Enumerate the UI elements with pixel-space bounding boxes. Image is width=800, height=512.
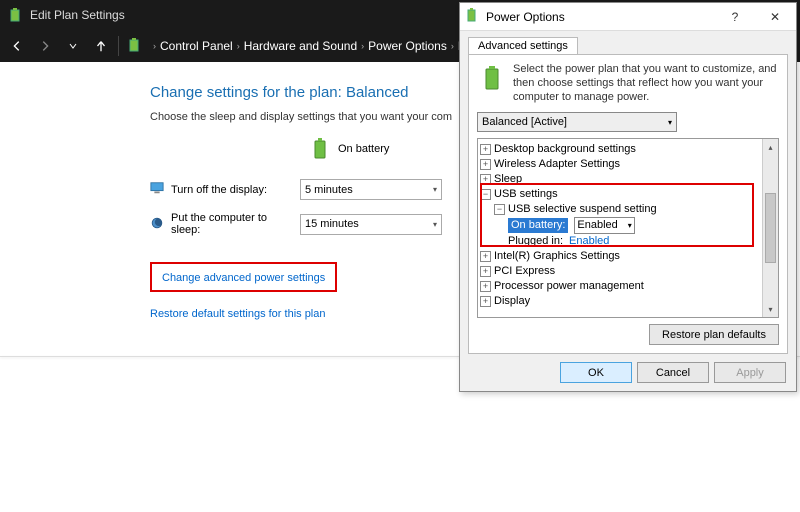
tree-item: +Intel(R) Graphics Settings bbox=[480, 249, 760, 264]
dialog-footer: OK Cancel Apply bbox=[460, 356, 796, 391]
panel-buttons: Restore plan defaults bbox=[477, 318, 779, 345]
onbattery-select[interactable]: Enabled▾ bbox=[574, 217, 634, 234]
on-battery-label: On battery bbox=[338, 143, 389, 155]
scroll-track[interactable] bbox=[763, 155, 778, 193]
window-title-text: Edit Plan Settings bbox=[30, 8, 125, 22]
tree-item: +Display bbox=[480, 294, 760, 309]
expand-icon[interactable]: + bbox=[480, 266, 491, 277]
plan-selected-value: Balanced [Active] bbox=[482, 116, 567, 128]
close-button[interactable]: ✕ bbox=[758, 4, 792, 30]
expand-icon[interactable]: + bbox=[480, 296, 491, 307]
collapse-icon[interactable]: − bbox=[494, 204, 505, 215]
folder-icon bbox=[125, 36, 143, 57]
restore-defaults-button[interactable]: Restore plan defaults bbox=[649, 324, 779, 345]
collapse-icon[interactable]: − bbox=[480, 189, 491, 200]
power-options-dialog: Power Options ? ✕ Advanced settings Sele… bbox=[459, 2, 797, 392]
crumb-power[interactable]: Power Options bbox=[368, 39, 447, 53]
forward-button[interactable] bbox=[34, 35, 56, 57]
sleep-select[interactable]: 15 minutes ▾ bbox=[300, 214, 442, 235]
tree-item-usb: −USB settings bbox=[480, 187, 760, 202]
crumb-hardware[interactable]: Hardware and Sound bbox=[244, 39, 357, 53]
battery-icon bbox=[464, 7, 480, 26]
help-button[interactable]: ? bbox=[718, 4, 752, 30]
plan-select[interactable]: Balanced [Active] ▾ bbox=[477, 112, 677, 132]
tree-label-selected[interactable]: On battery: bbox=[508, 218, 568, 233]
crumb-control-panel[interactable]: Control Panel bbox=[160, 39, 233, 53]
expand-icon[interactable]: + bbox=[480, 251, 491, 262]
tree-item-onbattery: On battery: Enabled▾ bbox=[480, 217, 760, 234]
change-advanced-link[interactable]: Change advanced power settings bbox=[162, 272, 325, 284]
scroll-down-button[interactable]: ▾ bbox=[763, 301, 778, 317]
highlight-box: Change advanced power settings bbox=[150, 262, 337, 292]
apply-button: Apply bbox=[714, 362, 786, 383]
cancel-button[interactable]: Cancel bbox=[637, 362, 709, 383]
sleep-label: Put the computer to sleep: bbox=[171, 212, 290, 236]
chevron-down-icon: ▾ bbox=[433, 185, 437, 194]
chevron-down-icon: ▾ bbox=[668, 118, 672, 127]
chevron-right-icon: › bbox=[153, 41, 156, 51]
expand-icon[interactable]: + bbox=[480, 159, 491, 170]
ok-button[interactable]: OK bbox=[560, 362, 632, 383]
moon-icon bbox=[150, 216, 164, 233]
expand-icon[interactable]: + bbox=[480, 281, 491, 292]
dialog-title-text: Power Options bbox=[486, 10, 565, 24]
tree-item-usb-suspend: −USB selective suspend setting bbox=[480, 202, 760, 217]
breadcrumb: › Control Panel › Hardware and Sound › P… bbox=[153, 39, 466, 53]
display-select[interactable]: 5 minutes ▾ bbox=[300, 179, 442, 200]
tree-item: +PCI Express bbox=[480, 264, 760, 279]
chevron-down-icon: ▾ bbox=[433, 220, 437, 229]
intro-row: Select the power plan that you want to c… bbox=[477, 63, 779, 104]
tree-scrollbar[interactable]: ▴ ▾ bbox=[762, 139, 778, 317]
up-button[interactable] bbox=[90, 35, 112, 57]
tab-advanced[interactable]: Advanced settings bbox=[468, 37, 578, 54]
tree-item: +Processor power management bbox=[480, 279, 760, 294]
tree-item: +Sleep bbox=[480, 172, 760, 187]
expand-icon[interactable]: + bbox=[480, 174, 491, 185]
battery-icon bbox=[8, 7, 24, 23]
chevron-right-icon: › bbox=[361, 41, 364, 51]
tree-item: +Wireless Adapter Settings bbox=[480, 157, 760, 172]
battery-icon bbox=[477, 63, 507, 93]
tab-strip: Advanced settings bbox=[468, 37, 788, 54]
display-label: Turn off the display: bbox=[171, 184, 267, 196]
intro-text: Select the power plan that you want to c… bbox=[513, 63, 779, 104]
monitor-icon bbox=[150, 181, 164, 198]
scroll-thumb[interactable] bbox=[765, 193, 776, 263]
pluggedin-value[interactable]: Enabled bbox=[569, 234, 609, 249]
settings-tree-wrap: +Desktop background settings +Wireless A… bbox=[477, 138, 779, 318]
expand-icon[interactable]: + bbox=[480, 144, 491, 155]
sleep-value: 15 minutes bbox=[305, 218, 359, 230]
tab-panel: Select the power plan that you want to c… bbox=[468, 54, 788, 354]
back-button[interactable] bbox=[6, 35, 28, 57]
display-value: 5 minutes bbox=[305, 184, 353, 196]
dialog-body: Advanced settings Select the power plan … bbox=[460, 31, 796, 356]
tree-item-pluggedin: Plugged in: Enabled bbox=[480, 234, 760, 249]
chevron-down-icon: ▾ bbox=[628, 218, 632, 233]
scroll-up-button[interactable]: ▴ bbox=[763, 139, 778, 155]
chevron-right-icon: › bbox=[451, 41, 454, 51]
recent-dropdown[interactable] bbox=[62, 35, 84, 57]
tree-item: +Desktop background settings bbox=[480, 142, 760, 157]
scroll-track[interactable] bbox=[763, 263, 778, 301]
settings-tree[interactable]: +Desktop background settings +Wireless A… bbox=[478, 139, 762, 317]
chevron-right-icon: › bbox=[237, 41, 240, 51]
battery-icon bbox=[310, 137, 330, 161]
restore-default-link[interactable]: Restore default settings for this plan bbox=[150, 308, 325, 320]
dialog-titlebar: Power Options ? ✕ bbox=[460, 3, 796, 31]
